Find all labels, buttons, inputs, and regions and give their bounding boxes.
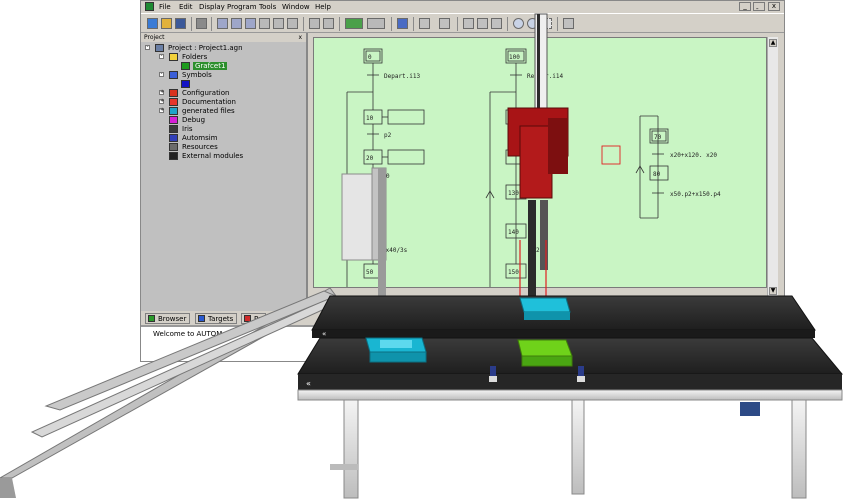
conveyor-legs — [330, 399, 807, 499]
workpiece-green — [517, 339, 573, 367]
workpiece-cyan-gantry — [519, 297, 571, 320]
sensor-left — [489, 366, 497, 382]
svg-text:«: « — [322, 330, 326, 338]
svg-text:«: « — [306, 379, 311, 388]
sensor-right — [577, 366, 585, 382]
workpiece-cyan — [365, 337, 427, 363]
inclined-ramp — [0, 287, 341, 498]
control-cabinet — [341, 167, 387, 298]
conveyor-scene: « « — [0, 13, 844, 499]
